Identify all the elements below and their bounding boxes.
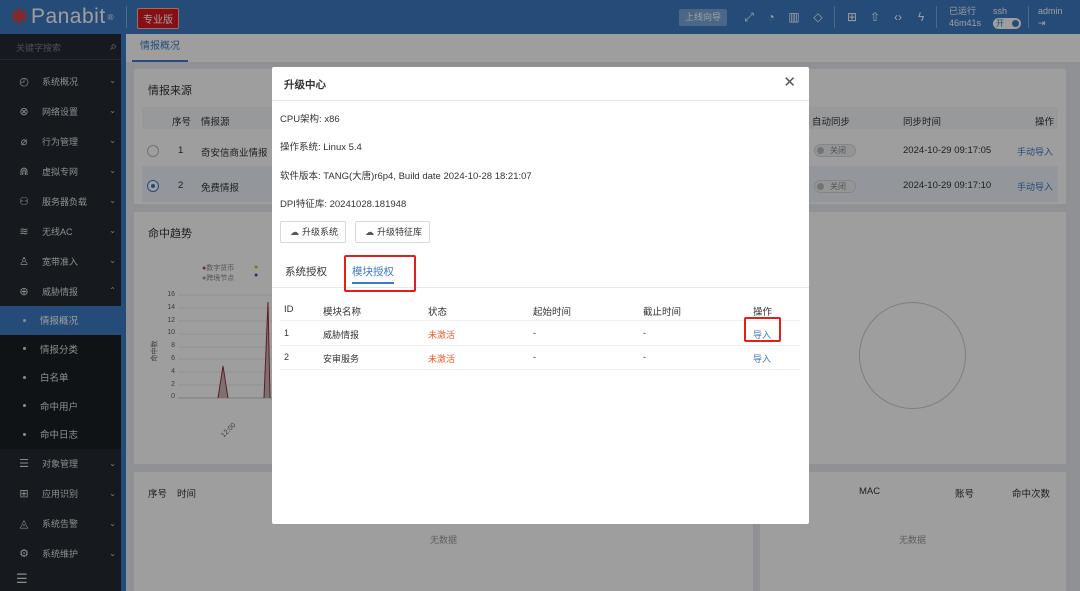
module-status: 未激活: [428, 354, 456, 364]
module-start: -: [533, 352, 536, 362]
row-divider: [280, 320, 800, 321]
header-status: 状态: [428, 307, 448, 318]
button-label: 升级系统: [302, 227, 339, 237]
cloud-upload-icon: ☁: [365, 227, 374, 237]
module-end: -: [643, 328, 646, 338]
module-status: 未激活: [428, 330, 456, 340]
cpu-arch: CPU架构: x86: [280, 114, 340, 125]
divider: [272, 100, 809, 101]
dialog-title: 升级中心: [284, 79, 326, 91]
header-end-time: 截止时间: [643, 307, 682, 318]
header-action: 操作: [753, 307, 773, 318]
highlight-box: [344, 255, 416, 292]
header-module-name: 模块名称: [323, 307, 362, 318]
highlight-box: [744, 317, 781, 342]
import-link[interactable]: 导入: [753, 352, 771, 365]
upgrade-center-dialog: 升级中心 ✕ CPU架构: x86 操作系统: Linux 5.4 软件版本: …: [272, 67, 809, 524]
upgrade-system-button[interactable]: ☁ 升级系统: [280, 221, 347, 243]
row-divider: [280, 345, 800, 346]
cloud-upload-icon: ☁: [290, 227, 299, 237]
header-start-time: 起始时间: [533, 307, 572, 318]
module-name: 威胁情报: [323, 330, 360, 340]
row-divider: [280, 369, 800, 370]
module-id: 2: [284, 352, 290, 362]
header-id: ID: [284, 304, 294, 315]
module-start: -: [533, 328, 536, 338]
module-name: 安审服务: [323, 354, 360, 364]
os-info: 操作系统: Linux 5.4: [280, 142, 362, 153]
button-label: 升级特征库: [377, 227, 423, 237]
software-version: 软件版本: TANG(大唐)r6p4, Build date 2024-10-2…: [280, 171, 532, 182]
tab-system-license[interactable]: 系统授权: [285, 260, 327, 284]
module-end: -: [643, 352, 646, 362]
module-id: 1: [284, 328, 290, 338]
dpi-version: DPI特征库: 20241028.181948: [280, 199, 407, 210]
upgrade-dpi-button[interactable]: ☁ 升级特征库: [355, 221, 431, 243]
close-icon[interactable]: ✕: [783, 73, 796, 91]
